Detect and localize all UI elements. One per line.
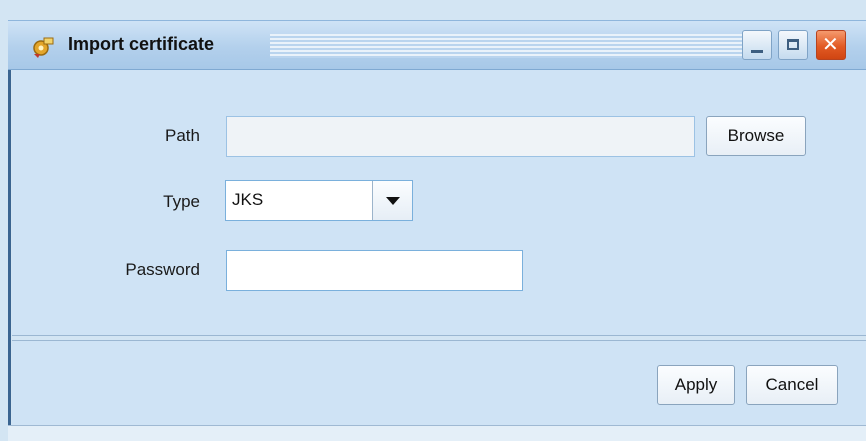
- minimize-icon: [751, 50, 763, 53]
- gear-certificate-icon: [33, 37, 54, 58]
- type-selected-value: JKS: [232, 190, 264, 209]
- maximize-button[interactable]: [778, 30, 808, 60]
- browse-button[interactable]: Browse: [706, 116, 806, 156]
- path-field[interactable]: [226, 116, 695, 157]
- cancel-button[interactable]: Cancel: [746, 365, 838, 405]
- type-dropdown-button[interactable]: [372, 181, 412, 220]
- import-certificate-dialog: Import certificate ✕ Path Browse Type JK…: [0, 0, 866, 441]
- title-bar-stripes: [270, 34, 742, 58]
- close-button[interactable]: ✕: [816, 30, 846, 60]
- maximize-icon: [787, 39, 799, 50]
- apply-button[interactable]: Apply: [657, 365, 735, 405]
- title-bar[interactable]: Import certificate ✕: [8, 20, 866, 70]
- type-select[interactable]: JKS: [225, 180, 413, 221]
- minimize-button[interactable]: [742, 30, 772, 60]
- window-frame-left: [8, 70, 11, 425]
- password-label: Password: [125, 260, 200, 279]
- window-bottom-edge: [8, 425, 866, 441]
- close-icon: ✕: [822, 34, 839, 56]
- type-label: Type: [163, 192, 200, 211]
- password-field[interactable]: [226, 250, 523, 291]
- button-panel: [12, 340, 866, 426]
- path-label: Path: [165, 126, 200, 145]
- chevron-down-icon: [386, 197, 400, 205]
- window-title: Import certificate: [68, 34, 215, 54]
